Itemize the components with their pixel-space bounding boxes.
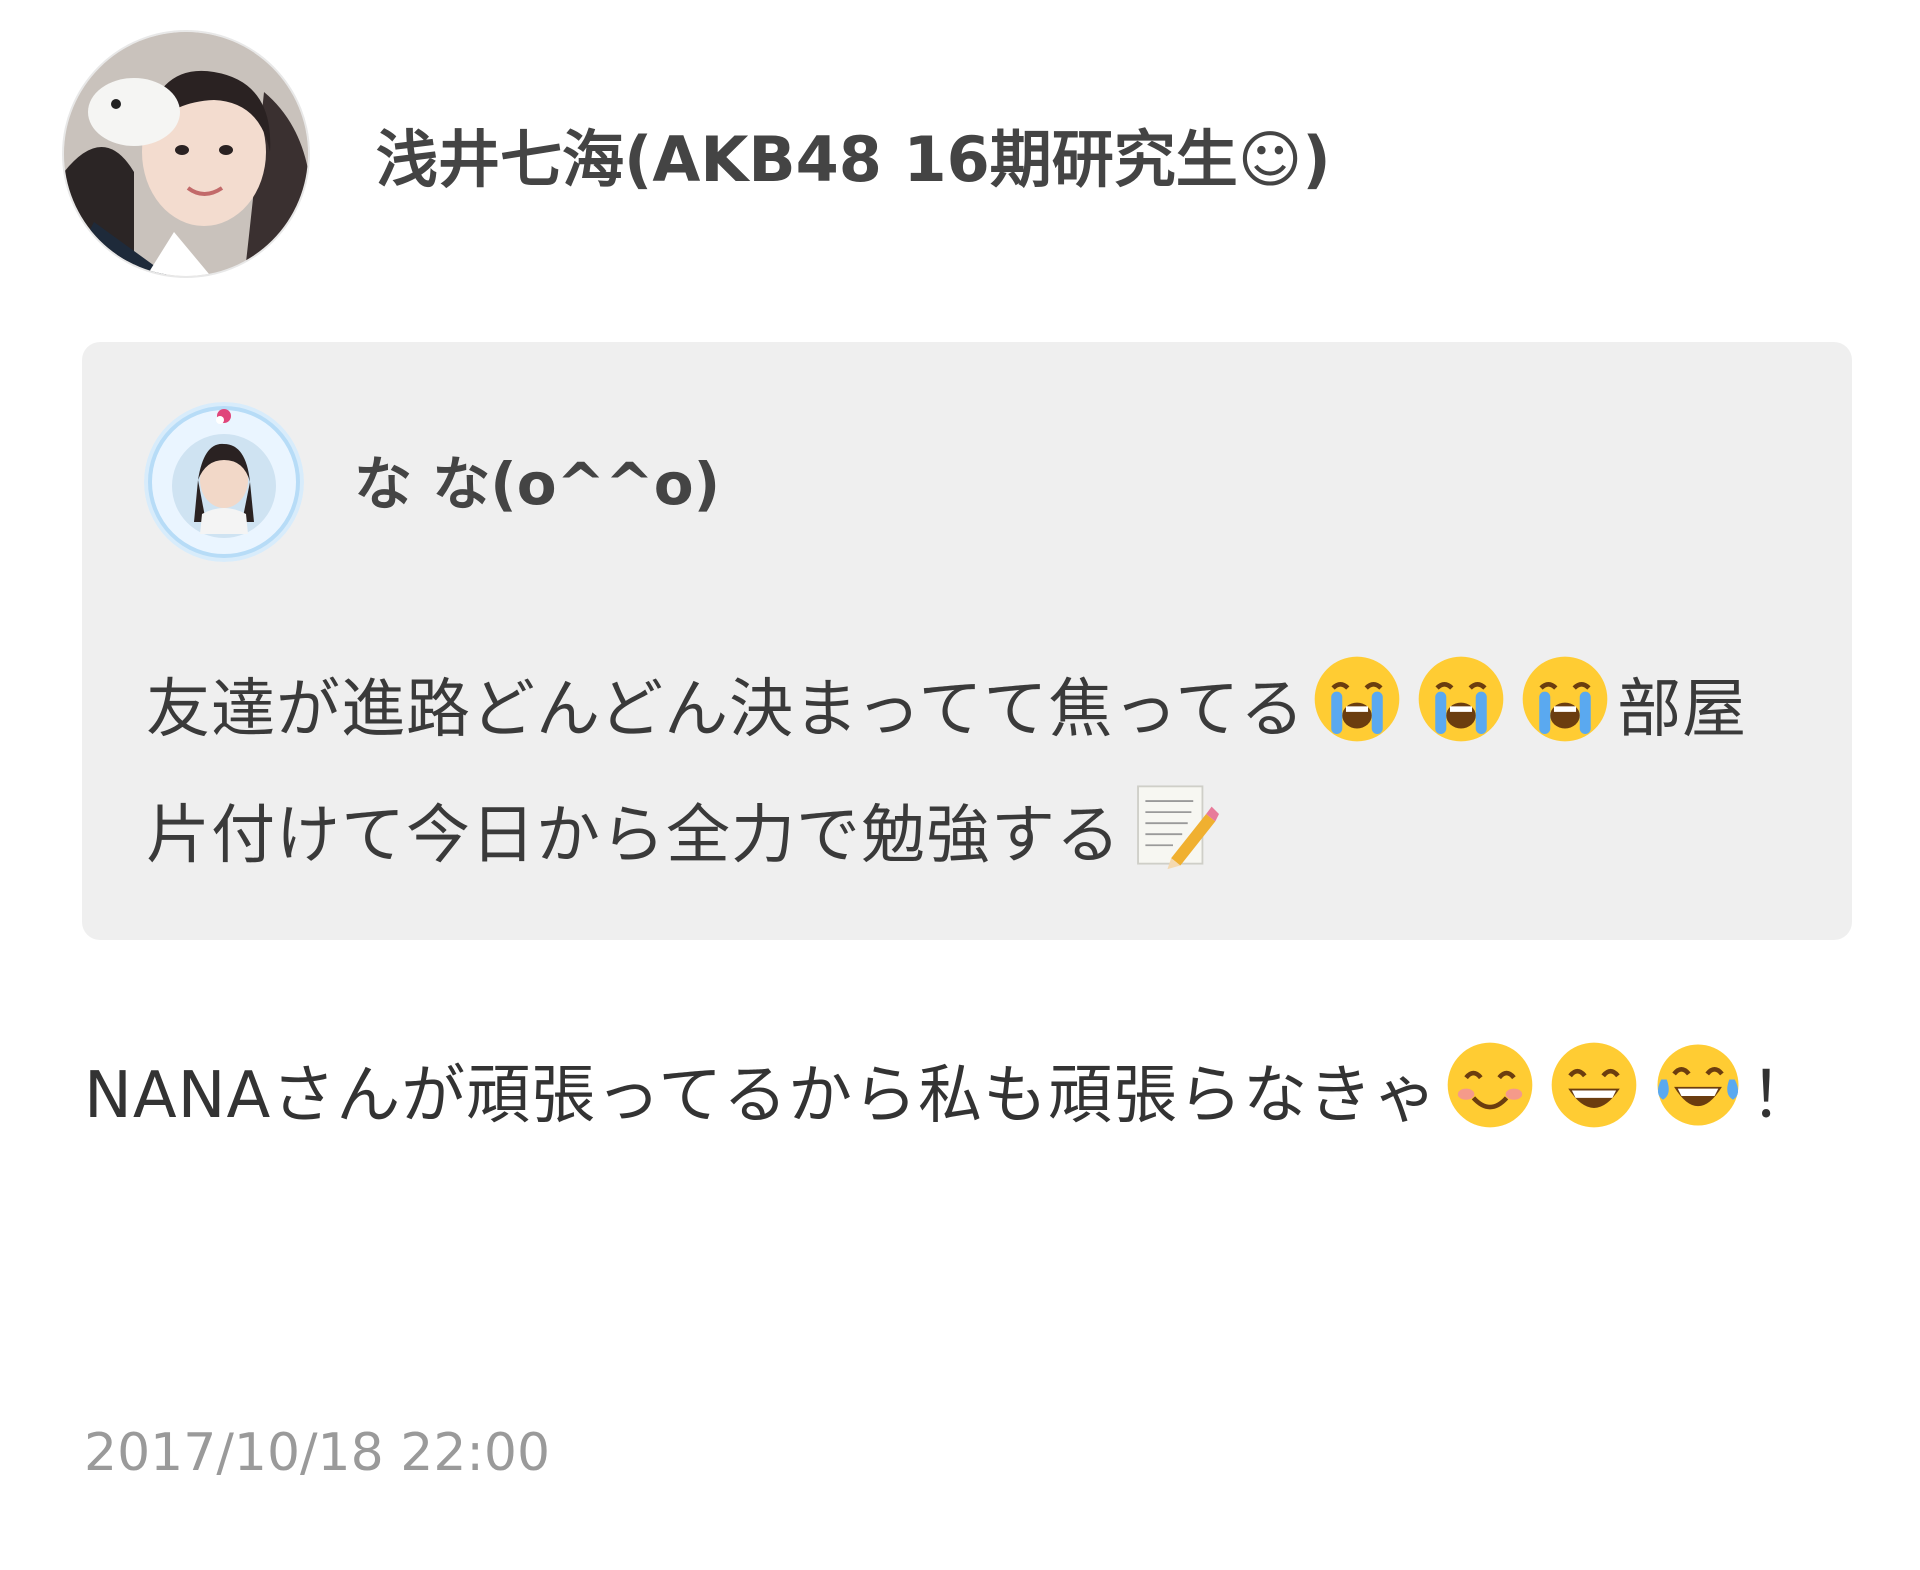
quote-avatar[interactable]: [144, 402, 304, 562]
post-page: 浅井七海(AKB48 16期研究生☺) な な(o^^o) 友達が進路どんどん決…: [0, 0, 1920, 1570]
smiling-face-icon: [1444, 1039, 1536, 1131]
grinning-face-icon: [1548, 1039, 1640, 1131]
author-avatar[interactable]: [62, 30, 310, 278]
author-name[interactable]: 浅井七海(AKB48 16期研究生☺): [376, 118, 1331, 202]
quote-text: 友達が進路どんどん決まってて焦ってる 部屋片付けて今日から全力で勉強する: [146, 647, 1806, 899]
post-body-part2: ！: [1750, 1059, 1816, 1133]
post-body: NANAさんが頑張ってるから私も頑張らなきゃ ！: [84, 1038, 1844, 1154]
loudly-crying-face-icon: [1415, 653, 1507, 745]
memo-pencil-icon: [1127, 779, 1219, 871]
post-body-part1: NANAさんが頑張ってるから私も頑張らなきゃ: [84, 1059, 1439, 1133]
avatar-photo-icon: [64, 32, 308, 276]
post-timestamp: 2017/10/18 22:00: [84, 1423, 551, 1483]
quote-text-part1: 友達が進路どんどん決まってて焦ってる: [146, 673, 1306, 747]
loudly-crying-face-icon: [1519, 653, 1611, 745]
quoted-post-card[interactable]: な な(o^^o) 友達が進路どんどん決まってて焦ってる 部屋片付けて今日から全…: [82, 342, 1852, 940]
avatar-photo-icon: [144, 402, 304, 562]
face-with-tears-of-joy-icon: [1652, 1039, 1744, 1131]
loudly-crying-face-icon: [1311, 653, 1403, 745]
quote-author-name[interactable]: な な(o^^o): [354, 444, 720, 524]
